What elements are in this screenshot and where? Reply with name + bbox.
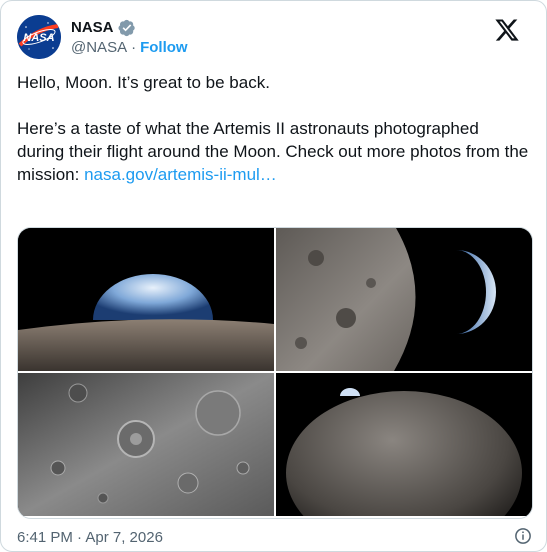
author-names: NASA @NASA · Follow: [71, 19, 188, 56]
x-logo-icon[interactable]: [494, 17, 520, 43]
display-name[interactable]: NASA: [71, 19, 114, 36]
timestamp[interactable]: 6:41 PM · Apr 7, 2026: [17, 529, 163, 546]
media-grid: [17, 227, 533, 519]
photo-lunar-craters[interactable]: [18, 373, 274, 516]
separator: ·: [131, 38, 137, 56]
tweet-line-2: Here’s a taste of what the Artemis II as…: [17, 117, 530, 186]
tweet-text: Hello, Moon. It’s great to be back. Here…: [17, 71, 530, 186]
handle[interactable]: @NASA: [71, 39, 127, 56]
verified-badge-icon: [118, 19, 135, 36]
tweet-card: NASA NASA @NASA · Follow Hello, Moon. It…: [0, 0, 547, 552]
photo-crescent-earth[interactable]: [276, 228, 532, 371]
avatar[interactable]: NASA: [17, 15, 61, 59]
photo-earth-over-horizon[interactable]: [18, 228, 274, 371]
info-icon[interactable]: [514, 527, 532, 545]
photo-earth-peeking[interactable]: [276, 373, 532, 516]
nasa-logo: NASA: [17, 15, 61, 59]
mission-link[interactable]: nasa.gov/artemis-ii-mul…: [84, 165, 277, 184]
avatar-logo-text: NASA: [23, 32, 54, 44]
tweet-header: NASA NASA @NASA · Follow: [17, 15, 530, 59]
tweet-line-1: Hello, Moon. It’s great to be back.: [17, 73, 270, 92]
follow-button[interactable]: Follow: [140, 39, 188, 56]
